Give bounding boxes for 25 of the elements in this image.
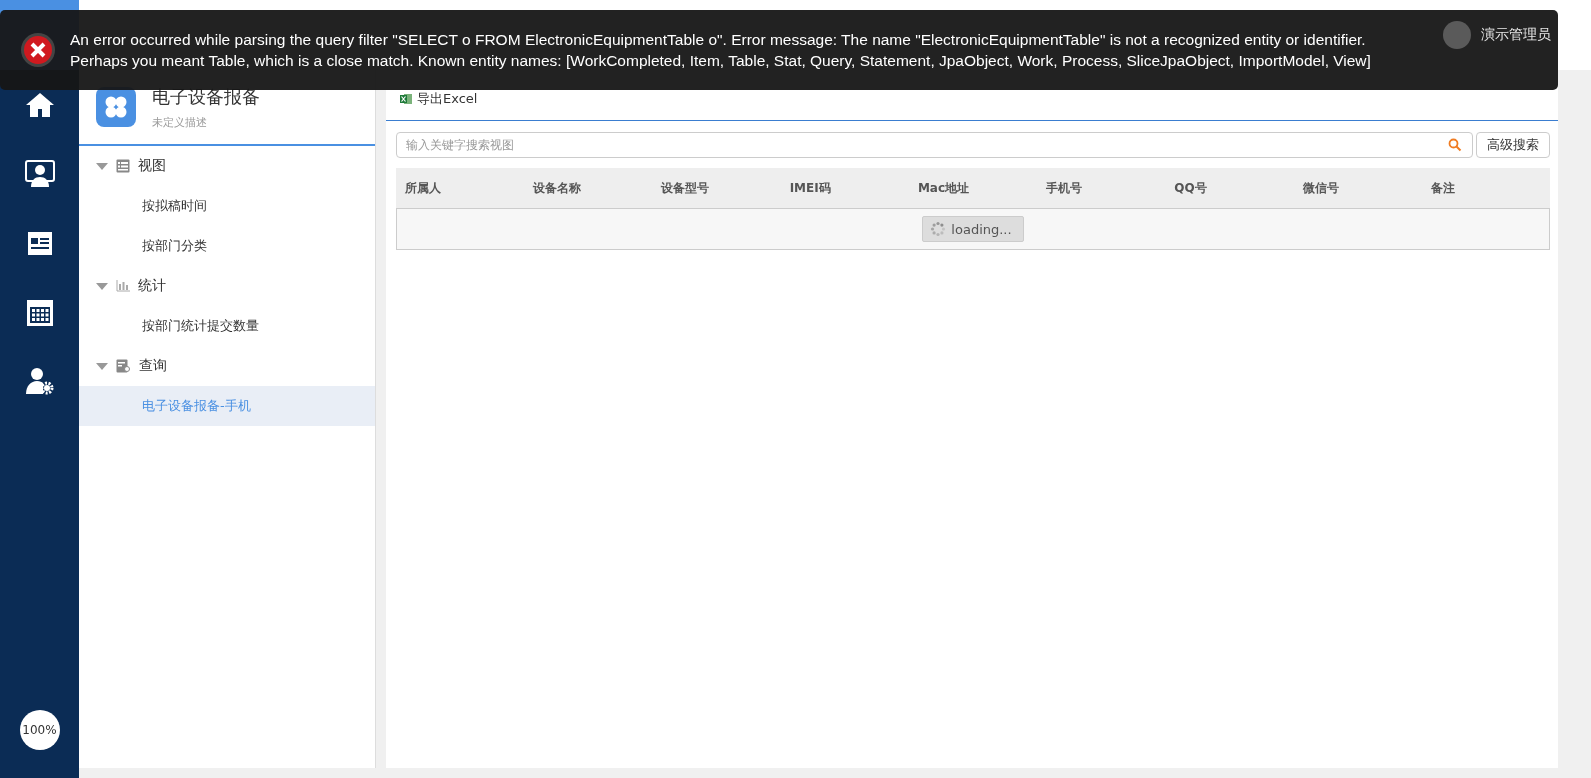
column-header: Mac地址 — [916, 179, 971, 197]
app-description: 未定义描述 — [152, 114, 208, 130]
column-header: QQ号 — [1173, 179, 1208, 197]
tree-item[interactable]: 按部门统计提交数量 — [79, 306, 375, 346]
zoom-badge[interactable]: 100% — [19, 710, 60, 750]
error-message-line: Perhaps you meant Table, which is a close match. Known entity names: [WorkCompleted, Item, Table, Stat, Query, Statement, JpaObject, Work, Process, SliceJpaObject, ImportModel, View] — [70, 51, 1371, 71]
tree-group-label[interactable]: 视图 — [138, 157, 166, 175]
tree-group-label[interactable]: 统计 — [138, 277, 166, 295]
tree-item[interactable]: 按部门分类 — [79, 226, 375, 266]
advanced-search-button[interactable]: 高级搜索 — [1476, 132, 1550, 158]
column-header: 微信号 — [1301, 179, 1340, 197]
column-header: 设备型号 — [659, 179, 711, 197]
loading-indicator: loading... — [922, 216, 1024, 242]
column-header: IMEI码 — [788, 179, 832, 197]
column-header: 手机号 — [1045, 179, 1084, 197]
app-title: 电子设备报备 — [152, 84, 260, 109]
tree-group-label[interactable]: 查询 — [139, 357, 167, 375]
export-excel-button[interactable]: 导出Excel — [400, 90, 478, 108]
error-message-line: An error occurred while parsing the query filter "SELECT o FROM ElectronicEquipmentTable o". Error message: The name "ElectronicEquipmentTable" is not a recognized entity or identifier. — [70, 30, 1367, 50]
column-header: 备注 — [1429, 179, 1456, 197]
search-field[interactable]: 输入关键字搜索视图 — [396, 132, 1473, 158]
column-header: 设备名称 — [531, 179, 583, 197]
tree-item[interactable]: 按拟稿时间 — [79, 186, 375, 226]
column-header: 所属人 — [404, 179, 442, 197]
user-name[interactable]: 演示管理员 — [1481, 26, 1551, 44]
